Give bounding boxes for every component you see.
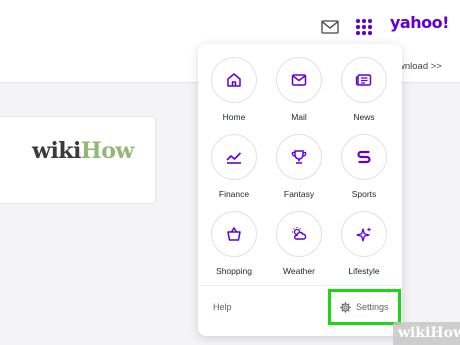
app-label: Sports xyxy=(351,189,377,199)
app-mail[interactable]: Mail xyxy=(269,57,329,122)
app-shopping-button[interactable] xyxy=(211,211,257,257)
sparkle-icon xyxy=(356,227,372,242)
app-label: Home xyxy=(222,112,246,122)
app-label: Shopping xyxy=(216,266,252,276)
help-link[interactable]: Help xyxy=(213,302,232,312)
app-fantasy-button[interactable] xyxy=(276,134,322,180)
app-mail-button[interactable] xyxy=(276,57,322,103)
sports-icon xyxy=(357,150,371,164)
news-icon xyxy=(355,74,372,86)
app-news[interactable]: News xyxy=(334,57,394,122)
finance-icon xyxy=(226,152,242,164)
apps-grid-icon[interactable] xyxy=(356,19,372,35)
wikihow-logo: wikiHow xyxy=(32,138,134,164)
app-finance-button[interactable] xyxy=(211,134,257,180)
trophy-icon xyxy=(291,150,307,164)
app-label: Weather xyxy=(283,266,315,276)
app-label: News xyxy=(353,112,375,122)
app-home-button[interactable] xyxy=(211,57,257,103)
weather-icon xyxy=(292,227,307,240)
menu-divider xyxy=(200,285,400,286)
app-lifestyle[interactable]: Lifestyle xyxy=(334,211,394,276)
gear-icon xyxy=(340,302,351,313)
app-home[interactable]: Home xyxy=(204,57,264,122)
home-icon xyxy=(227,73,241,87)
shopping-bag-icon xyxy=(227,226,241,241)
app-label: Fantasy xyxy=(283,189,315,199)
app-sports-button[interactable] xyxy=(341,134,387,180)
app-sports[interactable]: Sports xyxy=(334,134,394,199)
mail-icon[interactable] xyxy=(321,20,339,34)
yahoo-logo[interactable]: yahoo! xyxy=(390,13,449,32)
app-finance[interactable]: Finance xyxy=(204,134,264,199)
app-label: Lifestyle xyxy=(348,266,380,276)
app-weather[interactable]: Weather xyxy=(269,211,329,276)
settings-label: Settings xyxy=(356,302,389,312)
app-weather-button[interactable] xyxy=(276,211,322,257)
mail-icon xyxy=(291,74,307,86)
app-fantasy[interactable]: Fantasy xyxy=(269,134,329,199)
download-link[interactable]: wnload >> xyxy=(398,61,442,72)
app-news-button[interactable] xyxy=(341,57,387,103)
app-label: Finance xyxy=(218,189,250,199)
app-shopping[interactable]: Shopping xyxy=(204,211,264,276)
wikihow-watermark: wikiHow xyxy=(398,325,460,341)
app-label: Mail xyxy=(291,112,307,122)
app-lifestyle-button[interactable] xyxy=(341,211,387,257)
